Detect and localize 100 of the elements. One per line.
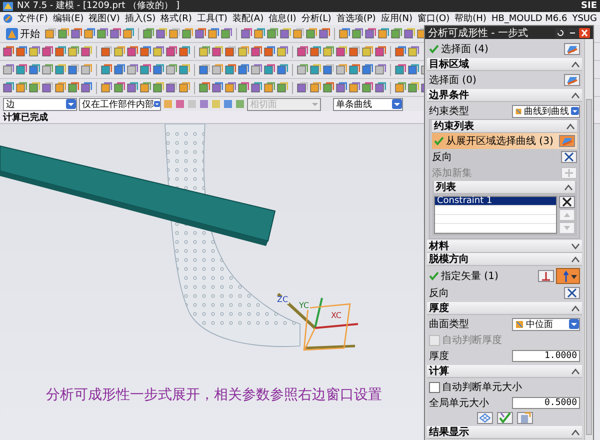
collapse-icon[interactable] xyxy=(571,92,580,98)
select-face-button[interactable] xyxy=(564,43,580,55)
filter-dropdown[interactable]: 仅在工作部件内部 xyxy=(79,98,161,110)
tool-icon[interactable] xyxy=(336,46,347,57)
collapse-icon[interactable] xyxy=(571,428,580,436)
export-button[interactable] xyxy=(516,412,532,424)
tool-icon[interactable] xyxy=(408,64,419,75)
field-label: 全局单元大小 xyxy=(429,396,489,410)
add-icon xyxy=(563,167,575,179)
menu-item[interactable]: YSUG xyxy=(572,14,597,24)
type-icon xyxy=(515,106,522,116)
tool-icon[interactable] xyxy=(29,64,40,75)
start-button[interactable]: 开始 xyxy=(3,26,43,41)
app-menu-icon[interactable] xyxy=(3,13,13,24)
tool-icon[interactable] xyxy=(68,64,79,75)
field-label: 反向 xyxy=(429,287,449,300)
menu-item[interactable]: 窗口(O) xyxy=(418,12,450,25)
constraint-list[interactable]: Constraint 1 xyxy=(434,196,557,234)
list-item[interactable]: Constraint 1 xyxy=(435,197,556,206)
field-label: 约束类型 xyxy=(429,104,469,118)
selection-row[interactable]: 选择面 (0) xyxy=(429,72,580,88)
tool-icon[interactable] xyxy=(199,64,210,75)
number-field[interactable]: 0.5000 xyxy=(512,397,580,409)
run-button[interactable] xyxy=(496,412,512,424)
collapse-icon[interactable] xyxy=(564,184,573,190)
field-label: 厚度 xyxy=(429,350,449,363)
menu-item[interactable]: 首选项(P) xyxy=(336,12,376,25)
menu-item[interactable]: 编辑(E) xyxy=(52,12,84,25)
reverse-button[interactable] xyxy=(564,287,580,299)
filter-dropdown[interactable]: 边 xyxy=(3,98,77,110)
filter-dropdown[interactable]: 单条曲线 xyxy=(333,98,403,110)
axis-label: XC xyxy=(330,312,342,320)
app-logo-icon xyxy=(3,2,13,10)
menu-item[interactable]: 装配(A) xyxy=(232,12,264,25)
select-face-button[interactable] xyxy=(564,74,580,86)
collapse-icon[interactable] xyxy=(571,368,580,374)
tool-icon[interactable] xyxy=(166,46,177,57)
tool-icon[interactable] xyxy=(323,64,334,75)
tool-icon[interactable] xyxy=(3,46,14,57)
menu-item[interactable]: 文件(F) xyxy=(18,12,48,25)
collapse-icon[interactable] xyxy=(571,60,580,68)
menu-item[interactable]: HB_MOULD M6.6 xyxy=(491,14,568,24)
tool-icon[interactable] xyxy=(153,64,164,75)
selection-row[interactable]: 选择面 (4) xyxy=(429,41,580,57)
section-header[interactable]: 计算 xyxy=(429,364,449,378)
reverse-icon xyxy=(566,287,578,299)
field-label: 自动判断厚度 xyxy=(442,334,502,347)
vector-dropdown-button[interactable] xyxy=(556,268,580,284)
selection-row[interactable]: 从展开区域选择曲线 (3) xyxy=(432,133,577,149)
axis-label: ZC xyxy=(276,296,290,304)
menu-item[interactable]: 工具(T) xyxy=(196,12,228,25)
reverse-button[interactable] xyxy=(561,151,577,163)
tool-icon[interactable] xyxy=(238,64,249,75)
menu-item[interactable]: 插入(S) xyxy=(124,12,156,25)
field-label: 自动判断单元大小 xyxy=(442,380,522,394)
tool-icon[interactable] xyxy=(212,46,223,57)
tool-icon[interactable] xyxy=(42,46,53,57)
tool-icon[interactable] xyxy=(362,64,373,75)
collapse-icon[interactable] xyxy=(571,304,580,312)
tool-icon[interactable] xyxy=(251,46,262,57)
section-header[interactable]: 厚度 xyxy=(429,301,449,315)
expand-icon[interactable] xyxy=(571,242,580,250)
tool-icon[interactable] xyxy=(127,46,138,57)
field-label: 选择面 (0) xyxy=(429,74,476,87)
type-dropdown[interactable]: 中位面 xyxy=(512,318,580,330)
collapse-icon[interactable] xyxy=(566,122,575,130)
menu-item[interactable]: 帮助(H) xyxy=(454,12,486,25)
export-icon xyxy=(518,412,530,424)
minimize-icon[interactable] xyxy=(567,28,578,38)
checkbox[interactable] xyxy=(429,382,440,392)
tool-icon[interactable] xyxy=(277,64,288,75)
scroll-bar[interactable] xyxy=(584,39,593,440)
menu-item[interactable]: 应用(N) xyxy=(380,12,413,25)
tool-icon[interactable] xyxy=(375,46,386,57)
number-field[interactable]: 1.0000 xyxy=(512,350,580,362)
menu-item[interactable]: 视图(V) xyxy=(88,12,120,25)
field-label: 从展开区域选择曲线 (3) xyxy=(446,134,554,148)
section-header[interactable]: 材料 xyxy=(429,239,449,253)
menu-item[interactable]: 分析(L) xyxy=(301,12,332,25)
remove-icon xyxy=(561,196,573,208)
caption-text: 分析可成形性一步式展开，相关参数参照右边窗口设置 xyxy=(46,386,382,404)
section-header[interactable]: 列表 xyxy=(436,180,456,194)
tool-icon[interactable] xyxy=(114,64,125,75)
reset-icon[interactable] xyxy=(555,28,566,38)
vendor-label: SIE xyxy=(581,0,597,12)
remove-button[interactable] xyxy=(559,196,575,208)
mesh-button[interactable] xyxy=(476,412,492,424)
collapse-icon[interactable] xyxy=(571,256,580,262)
menu-item[interactable]: 信息(I) xyxy=(268,12,296,25)
tool-icon[interactable] xyxy=(297,46,308,57)
vector-dialog-icon xyxy=(540,270,552,282)
vector-dialog-button[interactable] xyxy=(538,270,554,282)
field-label: 选择面 (4) xyxy=(441,42,488,56)
run-icon xyxy=(498,412,510,424)
menu-item[interactable]: 格式(R) xyxy=(160,12,192,25)
type-icon xyxy=(515,320,524,328)
close-icon[interactable] xyxy=(579,28,590,38)
type-dropdown[interactable]: 曲线到曲线 xyxy=(512,104,580,118)
select-face-icon xyxy=(566,74,578,86)
tool-icon[interactable] xyxy=(81,46,92,57)
